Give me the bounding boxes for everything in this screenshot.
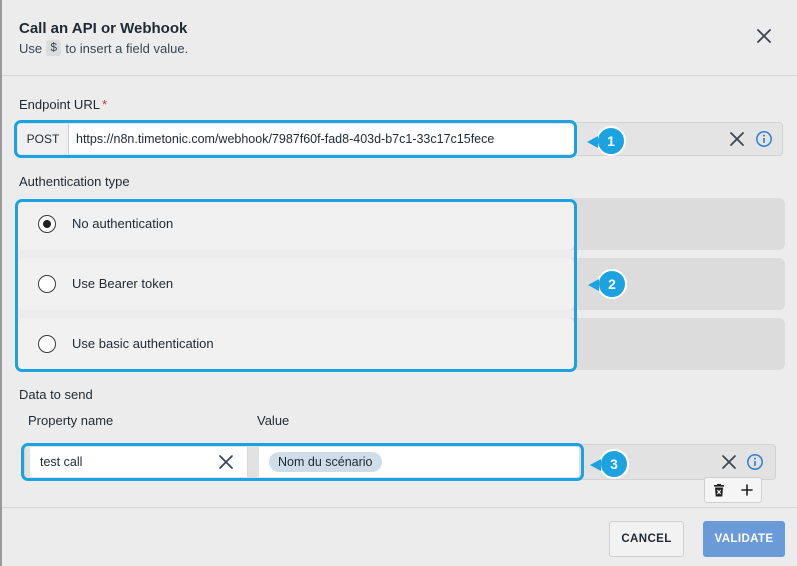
row-toolbar xyxy=(704,477,762,503)
cancel-button[interactable]: CANCEL xyxy=(609,521,684,557)
info-icon[interactable] xyxy=(746,453,764,471)
dialog: Call an API or Webhook Use $ to insert a… xyxy=(2,0,797,566)
endpoint-url-label-text: Endpoint URL xyxy=(19,97,100,112)
add-row-button[interactable] xyxy=(733,478,761,502)
subtitle-text-before: Use xyxy=(19,40,43,56)
subtitle-text-after: to insert a field value. xyxy=(65,40,189,56)
highlight-box-1 xyxy=(14,120,577,158)
delete-row-button[interactable] xyxy=(705,478,733,502)
validate-button[interactable]: VALIDATE xyxy=(703,521,785,557)
required-mark: * xyxy=(101,97,108,112)
dialog-title: Call an API or Webhook xyxy=(19,20,188,37)
clear-icon[interactable] xyxy=(720,453,738,471)
value-header: Value xyxy=(257,413,290,428)
annotation-badge-1: 1 xyxy=(587,126,626,156)
highlight-box-2 xyxy=(15,199,577,372)
endpoint-url-label: Endpoint URL * xyxy=(19,97,107,112)
close-icon[interactable] xyxy=(754,26,774,46)
annotation-badge-3: 3 xyxy=(590,449,629,479)
info-icon[interactable] xyxy=(755,130,773,148)
auth-type-label: Authentication type xyxy=(19,174,130,189)
annotation-badge-2: 2 xyxy=(588,269,627,299)
dialog-subtitle: Use $ to insert a field value. xyxy=(19,40,188,56)
plus-icon xyxy=(741,484,753,496)
field-token-chip: $ xyxy=(46,40,62,56)
clear-icon[interactable] xyxy=(728,130,746,148)
delete-icon xyxy=(714,483,724,496)
dialog-header: Call an API or Webhook Use $ to insert a… xyxy=(2,0,797,76)
property-name-header: Property name xyxy=(28,413,114,428)
data-to-send-label: Data to send xyxy=(19,387,93,402)
highlight-box-3 xyxy=(21,443,584,481)
